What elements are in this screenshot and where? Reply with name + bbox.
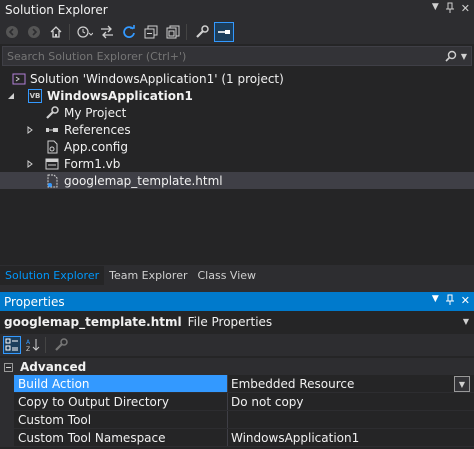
tree-node-my-project[interactable]: My Project	[0, 104, 474, 121]
sort-az-icon: AZ	[26, 339, 40, 352]
solution-tree: Solution 'WindowsApplication1' (1 projec…	[0, 68, 474, 266]
object-selector[interactable]: googlemap_template.html File Properties …	[0, 311, 474, 333]
property-pages-button[interactable]	[52, 336, 70, 354]
wrench-icon	[196, 25, 209, 38]
references-label: References	[64, 122, 131, 137]
property-row-build-action[interactable]: Build Action Embedded Resource ▼	[0, 375, 474, 393]
toolbar-separator	[69, 24, 70, 40]
solution-icon	[12, 72, 26, 86]
property-value[interactable]	[228, 411, 474, 428]
references-icon	[45, 123, 59, 137]
form1-label: Form1.vb	[64, 156, 121, 171]
tree-node-references[interactable]: References	[0, 121, 474, 138]
home-icon	[50, 26, 62, 38]
property-row-copy-to-output[interactable]: Copy to Output Directory Do not copy	[0, 393, 474, 411]
close-icon[interactable]: ✕	[461, 294, 470, 309]
sync-with-active-document-button[interactable]	[97, 22, 117, 42]
form-icon	[45, 157, 59, 171]
property-row-custom-tool[interactable]: Custom Tool	[0, 411, 474, 429]
chevron-down-icon[interactable]: ▼	[454, 376, 470, 392]
refresh-button[interactable]	[119, 22, 139, 42]
tree-node-solution[interactable]: Solution 'WindowsApplication1' (1 projec…	[0, 70, 474, 87]
pin-icon[interactable]	[445, 2, 455, 17]
home-button[interactable]	[46, 22, 66, 42]
properties-titlebar: Properties ▼ ✕	[0, 292, 474, 311]
my-project-label: My Project	[64, 105, 127, 120]
back-button[interactable]	[2, 22, 22, 42]
categorized-button[interactable]	[3, 336, 21, 354]
forward-button[interactable]	[24, 22, 44, 42]
titlebar-buttons: ▼ ✕	[432, 2, 470, 17]
properties-title: Properties	[4, 294, 65, 309]
property-value-text: Embedded Resource	[231, 376, 355, 391]
property-row-custom-tool-namespace[interactable]: Custom Tool Namespace WindowsApplication…	[0, 429, 474, 447]
search-icon[interactable]	[445, 50, 457, 62]
toolbar-separator	[45, 337, 46, 353]
close-icon[interactable]: ✕	[461, 2, 470, 17]
search-options-dropdown-icon[interactable]: ▼	[461, 52, 467, 61]
collapse-all-button[interactable]	[141, 22, 161, 42]
sync-arrows-icon	[101, 25, 113, 39]
tree-node-form1[interactable]: Form1.vb	[0, 155, 474, 172]
refresh-icon	[123, 25, 135, 38]
dropdown-icon[interactable]: ▼	[432, 294, 439, 309]
titlebar-buttons: ▼ ✕	[432, 294, 470, 309]
tab-class-view[interactable]: Class View	[192, 266, 261, 285]
app-config-label: App.config	[64, 139, 128, 154]
svg-text:A: A	[26, 339, 31, 346]
collapse-arrow-icon[interactable]	[25, 125, 35, 135]
pending-changes-filter-button[interactable]	[75, 22, 95, 42]
collapse-all-icon	[144, 25, 158, 39]
solution-label: Solution 'WindowsApplication1' (1 projec…	[30, 71, 284, 86]
property-name: Build Action	[14, 375, 228, 392]
solution-explorer-toolbar	[0, 20, 474, 44]
solution-explorer-titlebar: Solution Explorer ▼ ✕	[0, 0, 474, 20]
categorized-icon	[5, 338, 18, 351]
object-kind: File Properties	[187, 315, 273, 329]
toolbar-separator	[186, 24, 187, 40]
object-name: googlemap_template.html	[4, 315, 182, 329]
clock-filter-icon	[77, 26, 93, 38]
tree-node-googlemap-template[interactable]: googlemap_template.html	[0, 172, 474, 189]
alphabetical-button[interactable]: AZ	[24, 336, 42, 354]
search-input[interactable]	[3, 48, 445, 64]
svg-text:Z: Z	[26, 346, 30, 352]
pin-icon[interactable]	[445, 294, 455, 309]
dropdown-icon[interactable]: ▼	[432, 2, 439, 17]
chevron-down-icon[interactable]: ▼	[463, 317, 469, 326]
property-value[interactable]: WindowsApplication1	[228, 429, 474, 446]
explorer-tab-strip: Solution Explorer Team Explorer Class Vi…	[0, 265, 474, 285]
back-icon	[6, 26, 18, 38]
show-all-files-button[interactable]	[163, 22, 183, 42]
preview-selected-items-button[interactable]	[214, 22, 234, 42]
property-name: Custom Tool Namespace	[14, 429, 228, 446]
properties-button[interactable]	[192, 22, 212, 42]
html-file-icon	[45, 174, 59, 188]
property-grid: Advanced Build Action Embedded Resource …	[0, 358, 474, 449]
category-advanced[interactable]: Advanced	[0, 358, 474, 375]
wrench-icon	[45, 105, 59, 120]
property-name: Custom Tool	[14, 411, 228, 428]
tree-node-project[interactable]: VB WindowsApplication1	[0, 87, 474, 104]
expand-arrow-icon[interactable]	[6, 91, 16, 101]
search-box: ▼	[2, 46, 472, 66]
properties-toolbar: AZ	[0, 334, 474, 356]
googlemap-template-label: googlemap_template.html	[64, 173, 223, 188]
collapse-arrow-icon[interactable]	[25, 159, 35, 169]
tab-solution-explorer[interactable]: Solution Explorer	[0, 266, 105, 285]
collapse-icon[interactable]	[4, 361, 13, 375]
project-label: WindowsApplication1	[47, 88, 193, 103]
show-all-files-icon	[166, 25, 180, 39]
wrench-icon	[55, 338, 68, 351]
vb-project-icon: VB	[28, 88, 42, 103]
property-value[interactable]: Do not copy	[228, 393, 474, 410]
config-file-icon	[45, 140, 59, 154]
property-name: Copy to Output Directory	[14, 393, 228, 410]
preview-icon	[218, 30, 230, 34]
property-value[interactable]: Embedded Resource ▼	[228, 375, 474, 392]
solution-explorer-title: Solution Explorer	[5, 3, 108, 17]
forward-icon	[28, 26, 40, 38]
tree-node-app-config[interactable]: App.config	[0, 138, 474, 155]
tab-team-explorer[interactable]: Team Explorer	[104, 266, 192, 285]
